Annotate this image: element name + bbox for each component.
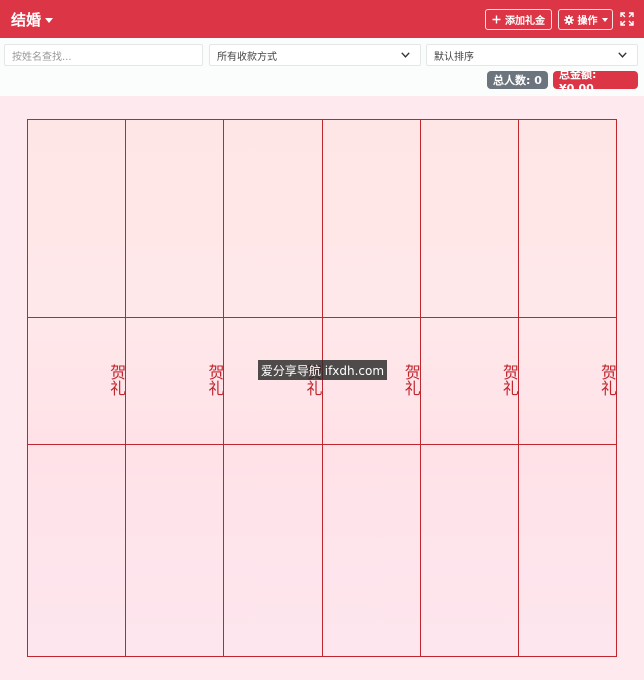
card-divider <box>126 317 225 318</box>
site-watermark: 爱分享导航 ifxdh.com <box>258 360 387 380</box>
gift-card[interactable]: 贺礼 <box>518 120 618 656</box>
card-divider <box>518 444 618 445</box>
card-divider <box>126 444 225 445</box>
total-amount-badge: 总金额: ¥0.00 <box>553 68 638 95</box>
gift-card[interactable]: 贺礼 <box>224 120 323 656</box>
filter-bar: 按姓名查找... 所有收款方式 默认排序 总人数: 0 总金额: ¥0.00 <box>0 38 644 96</box>
total-people-badge: 总人数: 0 <box>487 71 548 89</box>
caret-down-icon <box>601 18 608 22</box>
sort-value: 默认排序 <box>434 51 474 63</box>
gift-card[interactable]: 贺礼 <box>28 120 127 656</box>
payment-method-value: 所有收款方式 <box>217 51 277 63</box>
card-divider <box>224 317 323 318</box>
plus-icon <box>492 15 501 24</box>
gift-card-grid: 贺礼 贺礼 贺礼 贺礼 贺礼 贺礼 <box>27 119 618 657</box>
caret-down-icon <box>45 18 54 23</box>
card-divider <box>322 444 421 445</box>
card-divider <box>224 444 323 445</box>
fullscreen-icon[interactable] <box>620 12 634 26</box>
card-divider <box>28 317 127 318</box>
search-placeholder: 按姓名查找... <box>12 51 72 63</box>
operations-label: 操作 <box>577 16 598 27</box>
gift-card[interactable]: 贺礼 <box>420 120 519 656</box>
name-search-input[interactable]: 按姓名查找... <box>4 44 203 66</box>
card-divider <box>28 444 127 445</box>
event-title: 结婚 <box>11 11 42 29</box>
add-gift-label: 添加礼金 <box>505 16 545 27</box>
gift-card[interactable]: 贺礼 <box>322 120 421 656</box>
event-title-dropdown[interactable]: 结婚 <box>11 9 54 30</box>
card-divider <box>518 317 618 318</box>
gift-card-label: 贺礼 <box>499 364 519 396</box>
card-divider <box>420 317 519 318</box>
chevron-down-icon <box>401 52 410 58</box>
gift-card[interactable]: 贺礼 <box>126 120 225 656</box>
payment-method-select[interactable]: 所有收款方式 <box>209 44 421 66</box>
gift-card-label: 贺礼 <box>205 364 225 396</box>
add-gift-button[interactable]: 添加礼金 <box>485 9 552 30</box>
card-divider <box>420 444 519 445</box>
chevron-down-icon <box>618 52 627 58</box>
gear-icon <box>563 14 574 25</box>
gift-card-label: 贺礼 <box>107 364 127 396</box>
operations-button[interactable]: 操作 <box>558 9 613 30</box>
card-divider <box>322 317 421 318</box>
gift-card-label: 贺礼 <box>598 364 618 396</box>
top-bar: 结婚 添加礼金 操作 <box>0 0 644 38</box>
sort-select[interactable]: 默认排序 <box>426 44 638 66</box>
